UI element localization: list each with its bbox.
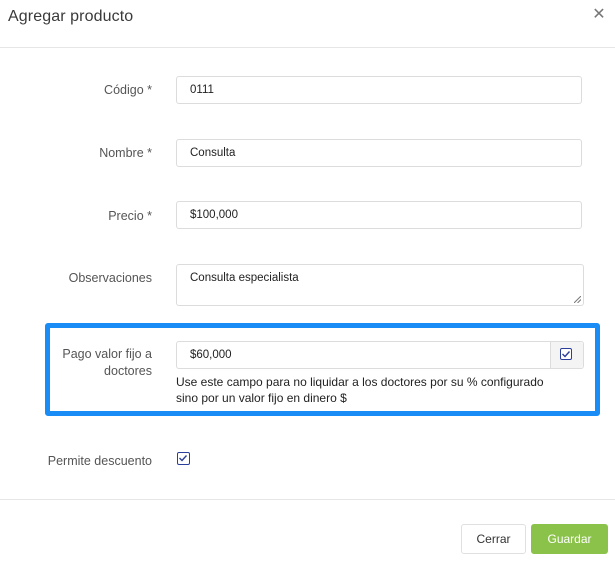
pago-fijo-input[interactable]: $60,000 [190, 342, 232, 368]
footer-divider [0, 499, 615, 500]
permite-descuento-label: Permite descuento [47, 454, 152, 468]
codigo-input[interactable]: 0111 [176, 76, 582, 104]
help-line1: Use este campo para no liquidar a los do… [176, 375, 544, 389]
modal-title: Agregar producto [8, 8, 134, 25]
precio-input[interactable]: $100,000 [176, 201, 582, 229]
help-line2: sino por un valor fijo en dinero $ [176, 391, 347, 405]
close-icon[interactable]: ✕ [592, 6, 606, 24]
pago-fijo-input-group: $60,000 [176, 341, 584, 369]
check-icon [562, 351, 571, 358]
permite-descuento-checkbox[interactable] [177, 452, 190, 465]
pago-fijo-label-line2: doctores [104, 364, 152, 378]
precio-label: Precio * [108, 209, 152, 223]
pago-fijo-label: Pago valor fijo a doctores [4, 346, 152, 380]
pago-fijo-checkbox[interactable] [560, 348, 572, 360]
modal-header: Agregar producto ✕ [0, 0, 615, 48]
nombre-input[interactable]: Consulta [176, 139, 582, 167]
save-button[interactable]: Guardar [531, 524, 608, 554]
observaciones-label: Observaciones [68, 271, 152, 285]
add-product-modal: Agregar producto ✕ Código * 0111 Nombre … [0, 0, 615, 571]
cancel-button[interactable]: Cerrar [461, 524, 526, 554]
observaciones-value: Consulta especialista [190, 272, 299, 284]
pago-fijo-addon [550, 342, 583, 368]
codigo-label: Código * [104, 83, 152, 97]
pago-fijo-help-text: Use este campo para no liquidar a los do… [176, 374, 586, 406]
pago-fijo-label-line1: Pago valor fijo a [62, 347, 152, 361]
check-icon [179, 455, 188, 462]
nombre-label: Nombre * [99, 146, 152, 160]
resize-handle-icon[interactable] [574, 296, 581, 303]
observaciones-textarea[interactable]: Consulta especialista [176, 264, 584, 306]
